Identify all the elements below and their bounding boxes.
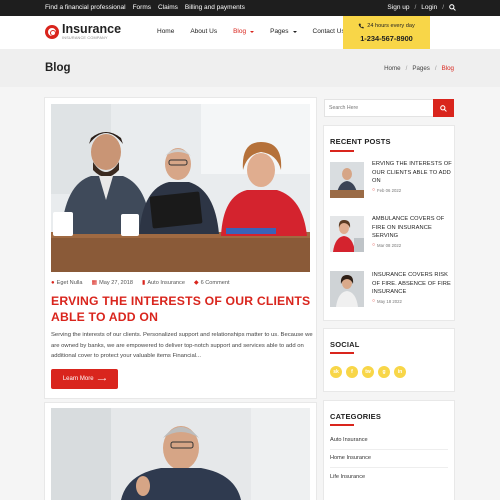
folder-icon: ▮ xyxy=(142,280,146,286)
signup-link[interactable]: Sign up xyxy=(387,4,409,11)
login-link[interactable]: Login xyxy=(421,4,437,11)
nav-pages[interactable]: Pages xyxy=(270,28,297,35)
post-title[interactable]: ERVING THE INTERESTS OF OUR CLIENTS ABLE… xyxy=(51,293,311,325)
top-link-claims[interactable]: Claims xyxy=(158,4,178,11)
recent-post-photo-2 xyxy=(330,216,364,252)
logo-name: Insurance xyxy=(62,22,122,36)
divider xyxy=(330,449,448,450)
separator: / xyxy=(442,4,444,11)
social-widget xyxy=(323,328,455,392)
clock-icon: ○ xyxy=(372,242,376,248)
twitter-icon[interactable]: tw xyxy=(362,366,374,378)
recent-post-date-2: ○ Mar 08 2022 xyxy=(372,242,402,248)
recent-post-date-3: ○ May 18 2022 xyxy=(372,298,402,304)
lifebuoy-icon xyxy=(45,24,59,39)
title-underline xyxy=(330,352,354,354)
call-phone[interactable]: 1-234-567-8900 xyxy=(343,34,430,43)
search-box xyxy=(324,99,454,117)
facebook-icon[interactable]: f xyxy=(346,366,358,378)
skype-icon[interactable]: sk xyxy=(330,366,342,378)
category-auto-insurance[interactable]: Auto Insurance xyxy=(330,437,368,443)
search-icon[interactable] xyxy=(449,4,456,11)
breadcrumb-home[interactable]: Home xyxy=(384,65,401,72)
post-meta: ● Eget Nulla ▦ May 27, 2018 ▮ Auto Insuranc… xyxy=(51,279,230,287)
chevron-down-icon xyxy=(292,30,297,33)
breadcrumb: Home / Pages / Blog xyxy=(384,65,454,72)
recent-post-thumb-3[interactable] xyxy=(330,271,364,307)
logo-tagline: INSURANCE COMPANY xyxy=(62,35,108,40)
recent-post-photo-3 xyxy=(330,271,364,307)
nav-contact[interactable]: Contact Us xyxy=(313,28,345,35)
post-image-2[interactable] xyxy=(51,408,310,500)
nav-home[interactable]: Home xyxy=(157,28,174,35)
post-photo xyxy=(51,104,310,272)
nav-about[interactable]: About Us xyxy=(190,28,217,35)
call-box[interactable]: 24 hours every day 1-234-567-8900 xyxy=(343,16,430,49)
top-link-billing[interactable]: Billing and payments xyxy=(185,4,245,11)
breadcrumb-current: Blog xyxy=(441,65,454,72)
nav-blog[interactable]: Blog xyxy=(233,28,255,35)
main-nav: Home About Us Blog Pages Contact Us xyxy=(157,28,361,35)
page-title: Blog xyxy=(45,62,71,74)
recent-post-title-2[interactable]: AMBULANCE COVERS OF FIRE ON INSURANCE SE… xyxy=(372,215,452,241)
chevron-down-icon xyxy=(250,30,255,33)
account-links: Sign up / Login / xyxy=(387,4,456,11)
post-date: ▦ May 27, 2018 xyxy=(91,279,134,287)
call-hours: 24 hours every day xyxy=(343,23,430,29)
post-photo-2 xyxy=(51,408,310,500)
top-links: Find a financial professional Forms Clai… xyxy=(45,4,245,11)
recent-post-date-1: ○ Feb 06 2022 xyxy=(372,187,402,193)
separator: / xyxy=(414,4,417,11)
search-button[interactable] xyxy=(433,99,454,117)
recent-post-thumb-2[interactable] xyxy=(330,216,364,252)
clock-icon: ○ xyxy=(372,298,376,304)
divider xyxy=(330,467,448,468)
learn-more-button[interactable]: Learn More ⟶ xyxy=(51,369,118,389)
phone-icon xyxy=(358,23,364,29)
breadcrumb-separator: / xyxy=(434,65,437,72)
user-icon: ● xyxy=(51,279,55,286)
category-home-insurance[interactable]: Home Insurance xyxy=(330,455,371,461)
post-image[interactable] xyxy=(51,104,310,272)
site-logo[interactable]: Insurance INSURANCE COMPANY xyxy=(45,23,121,40)
search-icon xyxy=(440,104,447,112)
categories-title: CATEGORIES xyxy=(330,412,382,421)
top-link-find-professional[interactable]: Find a financial professional xyxy=(45,4,126,11)
recent-post-photo-1 xyxy=(330,162,364,198)
recent-posts-title: RECENT POSTS xyxy=(330,137,391,146)
comment-icon: ◆ xyxy=(193,280,199,286)
post-category[interactable]: ▮ Auto Insurance xyxy=(142,279,185,287)
recent-post-title-3[interactable]: INSURANCE COVERS RISK OF FIRE. ABSENCE O… xyxy=(372,271,452,297)
title-underline xyxy=(330,424,354,426)
title-underline xyxy=(330,150,354,152)
social-icons: sk f tw g in xyxy=(330,366,406,378)
recent-post-thumb-1[interactable] xyxy=(330,162,364,198)
page-header: Blog Home / Pages / Blog xyxy=(0,49,500,87)
linkedin-icon[interactable]: in xyxy=(394,366,406,378)
calendar-icon: ▦ xyxy=(91,280,98,286)
top-bar: Find a financial professional Forms Clai… xyxy=(0,0,500,16)
social-title: SOCIAL xyxy=(330,340,360,349)
recent-post-title-1[interactable]: ERVING THE INTERESTS OF OUR CLIENTS ABLE… xyxy=(372,160,452,186)
post-comments[interactable]: ◆ 6 Comment xyxy=(193,279,230,287)
search-input[interactable] xyxy=(325,100,433,116)
clock-icon: ○ xyxy=(372,187,376,193)
category-life-insurance[interactable]: Life Insurance xyxy=(330,474,365,480)
post-author[interactable]: ● Eget Nulla xyxy=(51,280,82,286)
google-icon[interactable]: g xyxy=(378,366,390,378)
post-excerpt: Serving the interests of our clients. Pe… xyxy=(51,332,313,359)
arrow-right-icon: ⟶ xyxy=(97,376,107,383)
breadcrumb-pages[interactable]: Pages xyxy=(412,65,430,72)
top-link-forms[interactable]: Forms xyxy=(133,4,151,11)
breadcrumb-separator: / xyxy=(405,65,408,72)
